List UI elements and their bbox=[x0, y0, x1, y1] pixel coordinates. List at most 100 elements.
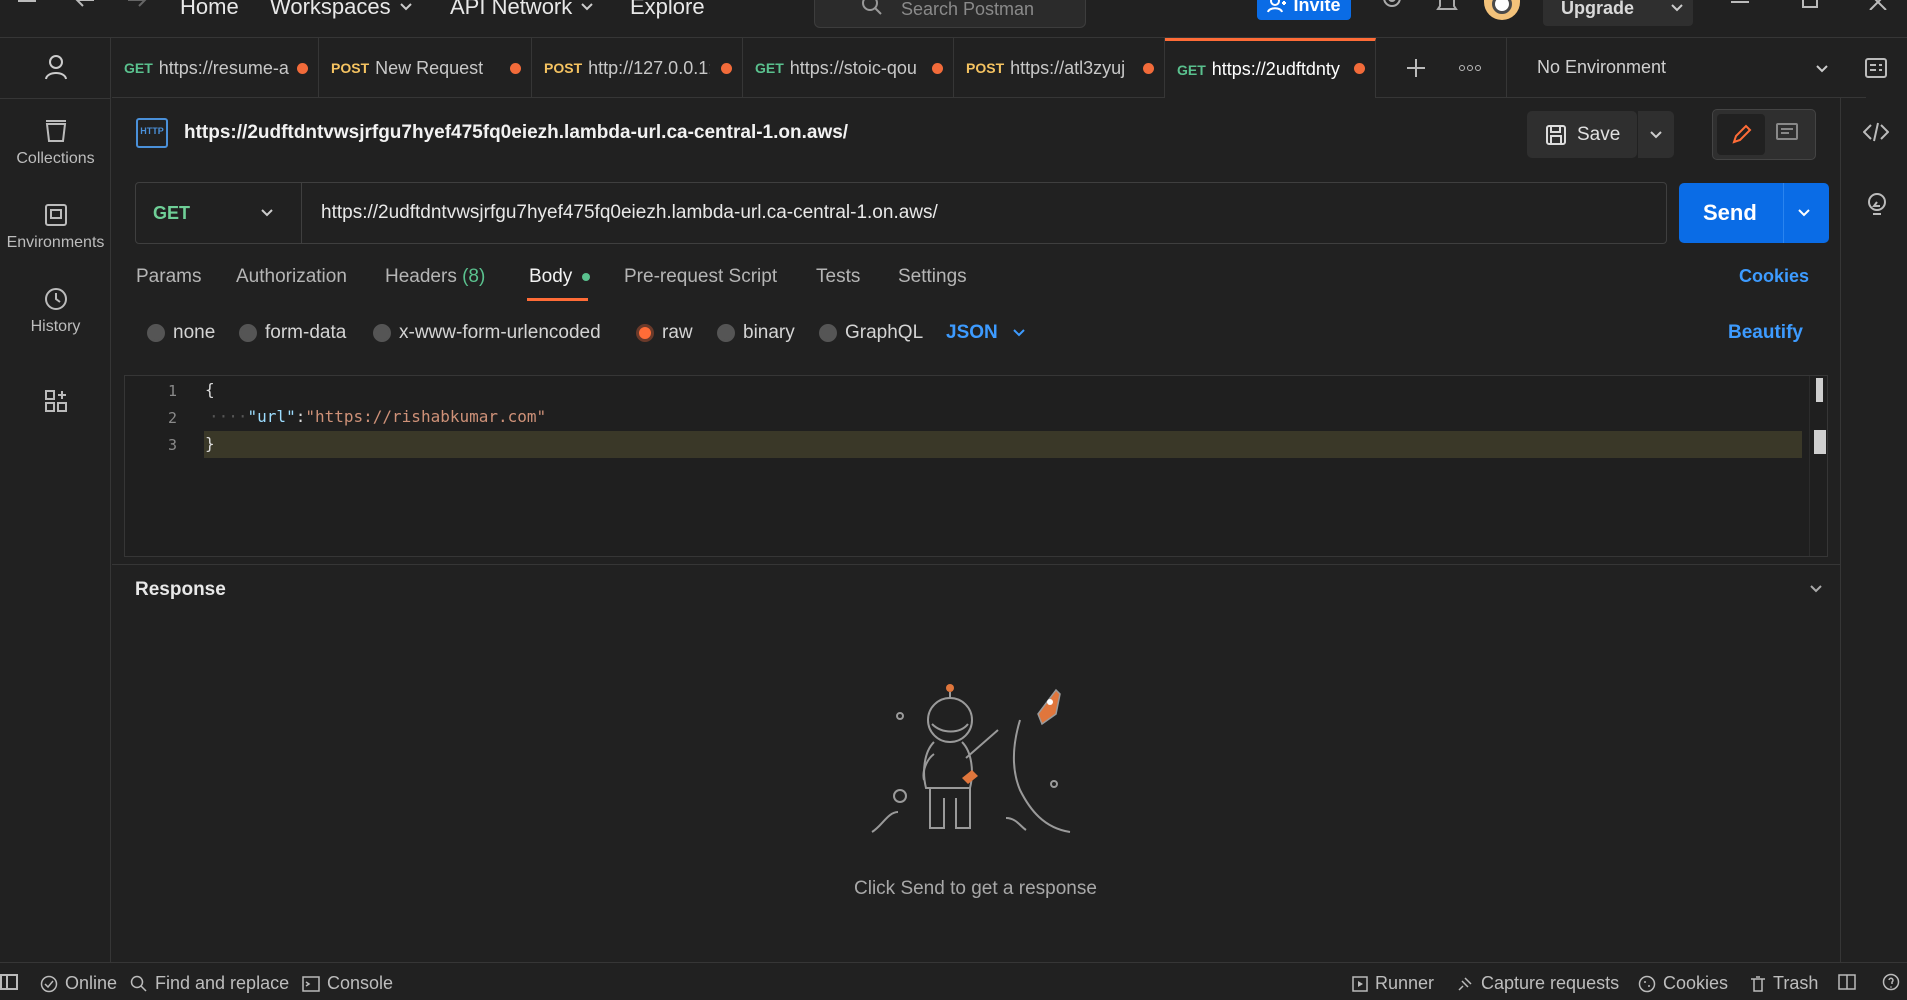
configure-workbench-icon[interactable] bbox=[0, 388, 111, 414]
add-user-icon bbox=[1267, 0, 1287, 13]
tab-pre-request-script[interactable]: Pre-request Script bbox=[624, 266, 777, 288]
toggle-sidebar-icon[interactable] bbox=[0, 973, 20, 991]
radio-binary[interactable]: binary bbox=[717, 322, 795, 344]
search-input[interactable]: Search Postman bbox=[814, 0, 1086, 28]
send-divider bbox=[1783, 183, 1784, 243]
tab-request-6-active[interactable]: GET https://2udftdnty bbox=[1165, 38, 1376, 98]
response-divider[interactable] bbox=[112, 564, 1840, 565]
upgrade-button[interactable]: Upgrade bbox=[1543, 0, 1693, 26]
search-placeholder: Search Postman bbox=[901, 0, 1035, 19]
cookie-icon bbox=[1638, 975, 1656, 992]
tab-request-5[interactable]: POST https://atl3zyuj bbox=[954, 38, 1165, 98]
account-icon[interactable] bbox=[0, 54, 111, 80]
tab-headers[interactable]: Headers (8) bbox=[385, 266, 485, 288]
request-tabs: GET https://resume-a POST New Request POST… bbox=[112, 38, 1507, 98]
editor-scrollbar[interactable] bbox=[1809, 376, 1829, 556]
tab-request-4[interactable]: GET https://stoic-qou bbox=[743, 38, 954, 98]
tab-authorization[interactable]: Authorization bbox=[236, 266, 347, 288]
menu-icon[interactable] bbox=[16, 0, 38, 12]
comments-icon[interactable] bbox=[1775, 122, 1799, 144]
find-and-replace[interactable]: Find and replace bbox=[130, 973, 289, 994]
line-number: 2 bbox=[167, 409, 177, 427]
status-bar: Online Find and replace Console Runner C… bbox=[0, 962, 1907, 1000]
trash-icon bbox=[1751, 975, 1765, 992]
runner-button[interactable]: Runner bbox=[1352, 973, 1434, 994]
trash-button[interactable]: Trash bbox=[1750, 973, 1818, 994]
top-bar: Home Workspaces API Network Explore Sear… bbox=[0, 0, 1907, 38]
view-mode-toggle bbox=[1712, 109, 1816, 160]
code-line-2: ····"url":"https://rishabkumar.com" bbox=[209, 407, 547, 426]
format-select[interactable]: JSON bbox=[946, 322, 1026, 344]
json-value: "https://rishabkumar.com" bbox=[305, 407, 547, 426]
more-tabs-icon[interactable] bbox=[1458, 64, 1482, 72]
environment-selector[interactable]: No Environment bbox=[1506, 38, 1866, 98]
left-sidebar: Collections Environments History bbox=[0, 38, 111, 962]
radio-form-data[interactable]: form-data bbox=[239, 322, 346, 344]
nav-explore[interactable]: Explore bbox=[630, 0, 705, 20]
tab-request-2[interactable]: POST New Request bbox=[319, 38, 532, 98]
line-number: 3 bbox=[167, 436, 177, 454]
tab-tests[interactable]: Tests bbox=[816, 266, 860, 288]
body-code-editor[interactable]: 1 2 3 { ····"url":"https://rishabkumar.c… bbox=[124, 375, 1828, 557]
play-icon bbox=[1352, 975, 1368, 992]
close-icon[interactable] bbox=[1868, 0, 1888, 10]
minimize-icon[interactable] bbox=[1730, 0, 1750, 10]
save-options-button[interactable] bbox=[1638, 111, 1674, 158]
two-pane-view-icon[interactable] bbox=[1838, 973, 1856, 991]
sidebar-item-history[interactable]: History bbox=[0, 286, 111, 336]
tab-params[interactable]: Params bbox=[136, 266, 201, 288]
radio-raw[interactable]: raw bbox=[636, 322, 693, 344]
method-select[interactable]: GET bbox=[136, 183, 302, 243]
code-snippet-icon[interactable] bbox=[1863, 122, 1889, 142]
save-button[interactable]: Save bbox=[1527, 111, 1637, 158]
settings-gear-icon[interactable] bbox=[1380, 0, 1404, 16]
tab-settings[interactable]: Settings bbox=[898, 266, 967, 288]
tab-request-3[interactable]: POST http://127.0.0.1:5 bbox=[532, 38, 743, 98]
send-button[interactable]: Send bbox=[1679, 183, 1829, 243]
radio-graphql[interactable]: GraphQL bbox=[819, 322, 923, 344]
response-title: Response bbox=[135, 579, 226, 600]
tab-body[interactable]: Body bbox=[529, 266, 590, 288]
capture-requests-button[interactable]: Capture requests bbox=[1456, 973, 1619, 994]
sidebar-item-environments[interactable]: Environments bbox=[0, 202, 111, 252]
nav-home[interactable]: Home bbox=[180, 0, 239, 20]
right-sidebar bbox=[1840, 98, 1907, 962]
current-line-highlight bbox=[204, 431, 1802, 458]
radio-x-www-form-urlencoded[interactable]: x-www-form-urlencoded bbox=[373, 322, 601, 344]
chevron-down-icon bbox=[1671, 4, 1683, 12]
invite-button[interactable]: Invite bbox=[1257, 0, 1351, 20]
satellite-icon bbox=[1458, 976, 1472, 991]
back-arrow-icon[interactable] bbox=[74, 0, 96, 10]
tab-request-1[interactable]: GET https://resume-a bbox=[112, 38, 319, 98]
online-status[interactable]: Online bbox=[40, 973, 117, 994]
chevron-down-icon bbox=[399, 3, 412, 11]
nav-workspaces[interactable]: Workspaces bbox=[270, 0, 413, 20]
new-tab-plus-icon[interactable] bbox=[1406, 58, 1426, 78]
avatar[interactable] bbox=[1484, 0, 1520, 20]
help-icon[interactable] bbox=[1882, 973, 1900, 991]
beautify-link[interactable]: Beautify bbox=[1728, 322, 1803, 344]
url-input[interactable]: https://2udftdntvwsjrfgu7hyef475fq0eiezh… bbox=[321, 183, 938, 243]
nav-api-network[interactable]: API Network bbox=[450, 0, 594, 20]
notification-bell-icon[interactable] bbox=[1436, 0, 1458, 16]
chevron-down-icon[interactable] bbox=[1797, 208, 1811, 218]
forward-arrow-icon[interactable] bbox=[126, 0, 148, 10]
console-button[interactable]: Console bbox=[302, 973, 393, 994]
maximize-icon[interactable] bbox=[1800, 0, 1820, 10]
request-title[interactable]: https://2udftdntvwsjrfgu7hyef475fq0eiezh… bbox=[184, 122, 848, 144]
edit-pencil-icon[interactable] bbox=[1717, 114, 1765, 155]
lightbulb-icon[interactable] bbox=[1865, 192, 1889, 218]
search-icon bbox=[861, 0, 885, 17]
environment-quick-look-icon[interactable] bbox=[1864, 56, 1888, 80]
json-colon: : bbox=[295, 407, 306, 426]
chevron-down-icon bbox=[261, 209, 273, 217]
chevron-down-icon bbox=[1013, 329, 1025, 337]
scrollbar-cursor-marker bbox=[1814, 430, 1826, 454]
sidebar-item-collections[interactable]: Collections bbox=[0, 118, 111, 168]
chevron-down-icon[interactable] bbox=[1809, 584, 1823, 594]
radio-none[interactable]: none bbox=[147, 322, 215, 344]
cookies-link[interactable]: Cookies bbox=[1739, 266, 1809, 287]
scrollbar-thumb[interactable] bbox=[1816, 378, 1823, 402]
line-number: 1 bbox=[167, 382, 177, 400]
cookies-button[interactable]: Cookies bbox=[1638, 973, 1728, 994]
